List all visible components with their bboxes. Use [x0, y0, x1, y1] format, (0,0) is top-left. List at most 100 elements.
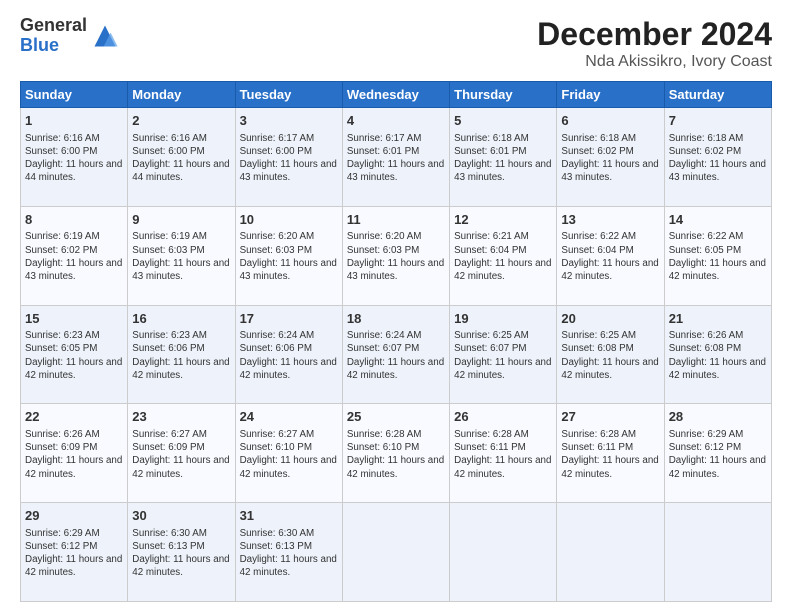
calendar-cell: 3 Sunrise: 6:17 AM Sunset: 6:00 PM Daylig…	[235, 108, 342, 207]
calendar-cell: 18Sunrise: 6:24 AM Sunset: 6:07 PM Dayli…	[342, 305, 449, 404]
calendar-cell: 7 Sunrise: 6:18 AM Sunset: 6:02 PM Daylig…	[664, 108, 771, 207]
calendar-cell: 31 Sunrise: 6:30 AM Sunset: 6:13 PM Dayli…	[235, 503, 342, 602]
page-title: December 2024	[537, 16, 772, 53]
calendar-cell: 1 Sunrise: 6:16 AM Sunset: 6:00 PM Daylig…	[21, 108, 128, 207]
day-number: 1	[25, 112, 123, 130]
day-number: 20	[561, 310, 659, 328]
calendar-cell: 5 Sunrise: 6:18 AM Sunset: 6:01 PM Daylig…	[450, 108, 557, 207]
logo-icon	[91, 22, 119, 50]
day-info: Sunrise: 6:22 AM Sunset: 6:05 PM Dayligh…	[669, 230, 767, 283]
logo-general: General	[20, 15, 87, 35]
day-number: 13	[561, 211, 659, 229]
calendar-cell: 10Sunrise: 6:20 AM Sunset: 6:03 PM Dayli…	[235, 206, 342, 305]
calendar-cell: 17Sunrise: 6:24 AM Sunset: 6:06 PM Dayli…	[235, 305, 342, 404]
header-wednesday: Wednesday	[342, 82, 449, 108]
day-info: Sunrise: 6:30 AM Sunset: 6:13 PM Dayligh…	[240, 527, 338, 580]
header-thursday: Thursday	[450, 82, 557, 108]
day-info: Sunrise: 6:30 AM Sunset: 6:13 PM Dayligh…	[132, 527, 230, 580]
week-row-5: 29Sunrise: 6:29 AM Sunset: 6:12 PM Dayli…	[21, 503, 772, 602]
calendar-cell: 23Sunrise: 6:27 AM Sunset: 6:09 PM Dayli…	[128, 404, 235, 503]
calendar-cell: 14Sunrise: 6:22 AM Sunset: 6:05 PM Dayli…	[664, 206, 771, 305]
day-number: 25	[347, 408, 445, 426]
day-info: Sunrise: 6:18 AM Sunset: 6:02 PM Dayligh…	[561, 132, 659, 185]
day-number: 18	[347, 310, 445, 328]
week-row-3: 15Sunrise: 6:23 AM Sunset: 6:05 PM Dayli…	[21, 305, 772, 404]
calendar-cell	[342, 503, 449, 602]
day-info: Sunrise: 6:23 AM Sunset: 6:05 PM Dayligh…	[25, 329, 123, 382]
calendar-cell: 25 Sunrise: 6:28 AM Sunset: 6:10 PM Dayli…	[342, 404, 449, 503]
calendar-cell: 27 Sunrise: 6:28 AM Sunset: 6:11 PM Dayli…	[557, 404, 664, 503]
calendar-cell: 28Sunrise: 6:29 AM Sunset: 6:12 PM Dayli…	[664, 404, 771, 503]
day-number: 2	[132, 112, 230, 130]
calendar-header-row: SundayMondayTuesdayWednesdayThursdayFrid…	[21, 82, 772, 108]
calendar-cell: 29Sunrise: 6:29 AM Sunset: 6:12 PM Dayli…	[21, 503, 128, 602]
day-info: Sunrise: 6:16 AM Sunset: 6:00 PM Dayligh…	[132, 132, 230, 185]
day-info: Sunrise: 6:19 AM Sunset: 6:03 PM Dayligh…	[132, 230, 230, 283]
calendar-cell	[557, 503, 664, 602]
week-row-4: 22Sunrise: 6:26 AM Sunset: 6:09 PM Dayli…	[21, 404, 772, 503]
day-info: Sunrise: 6:20 AM Sunset: 6:03 PM Dayligh…	[240, 230, 338, 283]
day-info: Sunrise: 6:28 AM Sunset: 6:11 PM Dayligh…	[561, 428, 659, 481]
day-number: 9	[132, 211, 230, 229]
title-block: December 2024 Nda Akissikro, Ivory Coast	[537, 16, 772, 71]
calendar-cell	[450, 503, 557, 602]
day-info: Sunrise: 6:17 AM Sunset: 6:00 PM Dayligh…	[240, 132, 338, 185]
day-number: 8	[25, 211, 123, 229]
calendar-cell	[664, 503, 771, 602]
calendar-cell: 22Sunrise: 6:26 AM Sunset: 6:09 PM Dayli…	[21, 404, 128, 503]
day-info: Sunrise: 6:24 AM Sunset: 6:06 PM Dayligh…	[240, 329, 338, 382]
day-info: Sunrise: 6:25 AM Sunset: 6:07 PM Dayligh…	[454, 329, 552, 382]
day-info: Sunrise: 6:17 AM Sunset: 6:01 PM Dayligh…	[347, 132, 445, 185]
day-number: 10	[240, 211, 338, 229]
day-info: Sunrise: 6:28 AM Sunset: 6:10 PM Dayligh…	[347, 428, 445, 481]
day-number: 5	[454, 112, 552, 130]
day-info: Sunrise: 6:23 AM Sunset: 6:06 PM Dayligh…	[132, 329, 230, 382]
calendar-cell: 8Sunrise: 6:19 AM Sunset: 6:02 PM Daylig…	[21, 206, 128, 305]
day-info: Sunrise: 6:20 AM Sunset: 6:03 PM Dayligh…	[347, 230, 445, 283]
header: General Blue December 2024 Nda Akissikro…	[20, 16, 772, 71]
day-number: 30	[132, 507, 230, 525]
calendar-cell: 19Sunrise: 6:25 AM Sunset: 6:07 PM Dayli…	[450, 305, 557, 404]
day-number: 26	[454, 408, 552, 426]
header-sunday: Sunday	[21, 82, 128, 108]
calendar-cell: 13Sunrise: 6:22 AM Sunset: 6:04 PM Dayli…	[557, 206, 664, 305]
day-info: Sunrise: 6:18 AM Sunset: 6:01 PM Dayligh…	[454, 132, 552, 185]
day-number: 22	[25, 408, 123, 426]
calendar-cell: 12Sunrise: 6:21 AM Sunset: 6:04 PM Dayli…	[450, 206, 557, 305]
header-saturday: Saturday	[664, 82, 771, 108]
day-info: Sunrise: 6:18 AM Sunset: 6:02 PM Dayligh…	[669, 132, 767, 185]
day-info: Sunrise: 6:27 AM Sunset: 6:10 PM Dayligh…	[240, 428, 338, 481]
day-number: 27	[561, 408, 659, 426]
calendar-cell: 21Sunrise: 6:26 AM Sunset: 6:08 PM Dayli…	[664, 305, 771, 404]
day-number: 4	[347, 112, 445, 130]
day-info: Sunrise: 6:22 AM Sunset: 6:04 PM Dayligh…	[561, 230, 659, 283]
day-info: Sunrise: 6:25 AM Sunset: 6:08 PM Dayligh…	[561, 329, 659, 382]
header-friday: Friday	[557, 82, 664, 108]
header-monday: Monday	[128, 82, 235, 108]
day-number: 24	[240, 408, 338, 426]
day-info: Sunrise: 6:21 AM Sunset: 6:04 PM Dayligh…	[454, 230, 552, 283]
logo-blue: Blue	[20, 35, 59, 55]
day-info: Sunrise: 6:28 AM Sunset: 6:11 PM Dayligh…	[454, 428, 552, 481]
day-number: 11	[347, 211, 445, 229]
calendar-cell: 6Sunrise: 6:18 AM Sunset: 6:02 PM Daylig…	[557, 108, 664, 207]
day-info: Sunrise: 6:16 AM Sunset: 6:00 PM Dayligh…	[25, 132, 123, 185]
day-number: 7	[669, 112, 767, 130]
calendar-cell: 9Sunrise: 6:19 AM Sunset: 6:03 PM Daylig…	[128, 206, 235, 305]
day-number: 12	[454, 211, 552, 229]
day-number: 15	[25, 310, 123, 328]
day-info: Sunrise: 6:24 AM Sunset: 6:07 PM Dayligh…	[347, 329, 445, 382]
calendar-cell: 20Sunrise: 6:25 AM Sunset: 6:08 PM Dayli…	[557, 305, 664, 404]
day-number: 21	[669, 310, 767, 328]
day-number: 14	[669, 211, 767, 229]
day-number: 28	[669, 408, 767, 426]
calendar-cell: 11Sunrise: 6:20 AM Sunset: 6:03 PM Dayli…	[342, 206, 449, 305]
day-number: 16	[132, 310, 230, 328]
calendar-cell: 30 Sunrise: 6:30 AM Sunset: 6:13 PM Dayli…	[128, 503, 235, 602]
calendar-table: SundayMondayTuesdayWednesdayThursdayFrid…	[20, 81, 772, 602]
day-number: 23	[132, 408, 230, 426]
page-subtitle: Nda Akissikro, Ivory Coast	[537, 53, 772, 71]
calendar-cell: 15Sunrise: 6:23 AM Sunset: 6:05 PM Dayli…	[21, 305, 128, 404]
day-number: 31	[240, 507, 338, 525]
day-number: 3	[240, 112, 338, 130]
